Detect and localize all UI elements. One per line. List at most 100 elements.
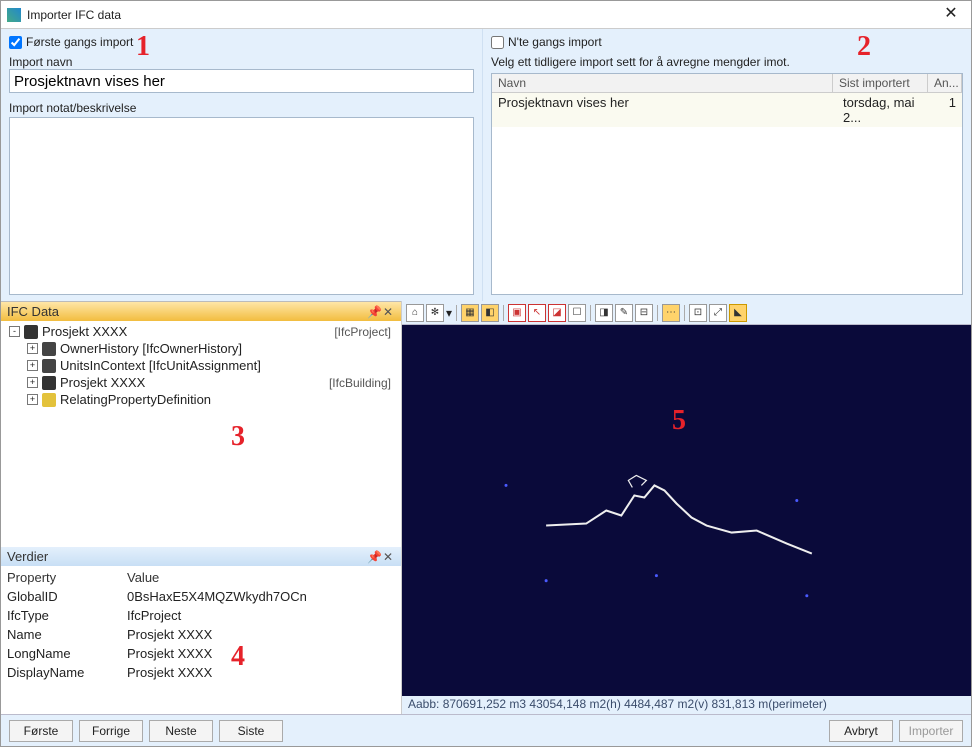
ifc-panel-title: IFC Data: [7, 304, 59, 319]
cell-last: torsdag, mai 2...: [837, 93, 932, 127]
node-icon: [42, 376, 56, 390]
import-button[interactable]: Importer: [899, 720, 963, 742]
ifc-panel-header: IFC Data 📌 ✕: [1, 302, 401, 321]
property-row[interactable]: GlobalID0BsHaxE5X4MQZWkydh7OCn: [5, 587, 397, 606]
viewer-toolbar: ⌂ ✻ ▾ ▦ ◧ ▣ ↖ ◪ ☐ ◨ ✎ ⊟ ⋯ ⊡ ⤢ ◣: [402, 301, 971, 325]
property-value: Prosjekt XXXX: [127, 627, 395, 642]
pick-icon[interactable]: ◪: [548, 304, 566, 322]
property-key: Name: [7, 627, 127, 642]
model-viewer[interactable]: 5: [402, 325, 971, 696]
middle-area: IFC Data 📌 ✕ 3 - Prosjekt XXXX [IfcProject…: [1, 301, 971, 714]
annotation-5: 5: [672, 405, 686, 437]
dots-icon[interactable]: ⋯: [662, 304, 680, 322]
property-key: LongName: [7, 646, 127, 661]
next-button[interactable]: Neste: [149, 720, 213, 742]
col-count[interactable]: An...: [928, 74, 962, 92]
node-icon: [24, 325, 38, 339]
tree-node[interactable]: + Prosjekt XXXX [IfcBuilding]: [5, 374, 397, 391]
window-icon[interactable]: ◨: [595, 304, 613, 322]
chevron-down-icon[interactable]: ▾: [446, 306, 452, 320]
ifc-tree: 3 - Prosjekt XXXX [IfcProject]+OwnerHistor…: [1, 321, 401, 547]
titlebar: Importer IFC data ✕: [1, 1, 971, 29]
first-button[interactable]: Første: [9, 720, 73, 742]
property-value: IfcProject: [127, 608, 395, 623]
verdier-panel-title: Verdier: [7, 549, 48, 564]
select-icon[interactable]: ▣: [508, 304, 526, 322]
pin-icon[interactable]: 📌: [367, 305, 381, 319]
view2-icon[interactable]: ◧: [481, 304, 499, 322]
last-button[interactable]: Siste: [219, 720, 283, 742]
cell-count: 1: [932, 93, 962, 127]
table-row[interactable]: Prosjektnavn vises her torsdag, mai 2...…: [492, 93, 962, 127]
node-label: Prosjekt XXXX: [42, 324, 127, 339]
annotation-2: 2: [857, 31, 871, 63]
verdier-panel-header: Verdier 📌 ✕: [1, 547, 401, 566]
highlight-icon[interactable]: ◣: [729, 304, 747, 322]
nth-import-checkbox-row: N'te gangs import: [491, 35, 963, 49]
property-row[interactable]: NameProsjekt XXXX: [5, 625, 397, 644]
property-row[interactable]: LongNameProsjekt XXXX: [5, 644, 397, 663]
nth-import-panel: 2 N'te gangs import Velg ett tidligere i…: [482, 29, 971, 301]
tree-node[interactable]: - Prosjekt XXXX [IfcProject]: [5, 323, 397, 340]
nth-import-checkbox-label: N'te gangs import: [508, 35, 602, 49]
node-type: [IfcProject]: [334, 325, 397, 339]
import-notes-label: Import notat/beskrivelse: [9, 101, 474, 115]
home-icon[interactable]: ⌂: [406, 304, 424, 322]
gear-icon[interactable]: ✻: [426, 304, 444, 322]
previous-imports-grid: Navn Sist importert An... Prosjektnavn v…: [491, 73, 963, 295]
node-label: Prosjekt XXXX: [60, 375, 145, 390]
property-row[interactable]: DisplayNameProsjekt XXXX: [5, 663, 397, 682]
col-name[interactable]: Navn: [492, 74, 833, 92]
close-icon[interactable]: ✕: [381, 550, 395, 564]
grid-header: Navn Sist importert An...: [492, 74, 962, 93]
first-import-panel: 1 Første gangs import Import navn Import…: [1, 29, 482, 301]
expand-icon[interactable]: -: [9, 326, 20, 337]
property-key: IfcType: [7, 608, 127, 623]
property-col-key: Property: [7, 570, 127, 585]
first-import-checkbox-label: Første gangs import: [26, 35, 133, 49]
tree-node[interactable]: +OwnerHistory [IfcOwnerHistory]: [5, 340, 397, 357]
node-label: UnitsInContext [IfcUnitAssignment]: [60, 358, 261, 373]
node-type: [IfcBuilding]: [329, 376, 397, 390]
note-icon[interactable]: ✎: [615, 304, 633, 322]
bbox-icon[interactable]: ⊡: [689, 304, 707, 322]
cancel-button[interactable]: Avbryt: [829, 720, 893, 742]
first-import-checkbox[interactable]: [9, 36, 22, 49]
cell-name: Prosjektnavn vises her: [492, 93, 837, 127]
prev-button[interactable]: Forrige: [79, 720, 143, 742]
cursor-icon[interactable]: ↖: [528, 304, 546, 322]
tree-node[interactable]: +RelatingPropertyDefinition: [5, 391, 397, 408]
top-area: 1 Første gangs import Import navn Import…: [1, 29, 971, 301]
viewer-column: ⌂ ✻ ▾ ▦ ◧ ▣ ↖ ◪ ☐ ◨ ✎ ⊟ ⋯ ⊡ ⤢ ◣: [401, 301, 971, 714]
view-icon[interactable]: ▦: [461, 304, 479, 322]
nth-import-checkbox[interactable]: [491, 36, 504, 49]
label-icon[interactable]: ⊟: [635, 304, 653, 322]
viewer-statusbar: Aabb: 870691,252 m3 43054,148 m2(h) 4484…: [402, 696, 971, 714]
annotation-3: 3: [231, 421, 245, 453]
expand-icon[interactable]: +: [27, 377, 38, 388]
filter-icon[interactable]: ☐: [568, 304, 586, 322]
close-icon[interactable]: ✕: [381, 305, 395, 319]
property-row[interactable]: IfcTypeIfcProject: [5, 606, 397, 625]
node-icon: [42, 359, 56, 373]
property-value: 0BsHaxE5X4MQZWkydh7OCn: [127, 589, 395, 604]
expand-icon[interactable]: +: [27, 394, 38, 405]
import-ifc-window: Importer IFC data ✕ 1 Første gangs impor…: [0, 0, 972, 747]
property-col-value: Value: [127, 570, 395, 585]
nth-import-subtitle: Velg ett tidligere import sett for å avr…: [491, 55, 963, 69]
import-notes-textarea[interactable]: [9, 117, 474, 295]
pin-icon[interactable]: 📌: [367, 550, 381, 564]
ifc-data-panel: IFC Data 📌 ✕ 3 - Prosjekt XXXX [IfcProject…: [1, 301, 401, 547]
expand-icon[interactable]: +: [27, 343, 38, 354]
property-value: Prosjekt XXXX: [127, 646, 395, 661]
col-last[interactable]: Sist importert: [833, 74, 928, 92]
close-icon[interactable]: ✕: [933, 3, 969, 27]
tree-node[interactable]: + UnitsInContext [IfcUnitAssignment]: [5, 357, 397, 374]
property-value: Prosjekt XXXX: [127, 665, 395, 680]
import-name-input[interactable]: [9, 69, 474, 93]
app-icon: [7, 8, 21, 22]
resize-icon[interactable]: ⤢: [709, 304, 727, 322]
node-icon: [42, 342, 56, 356]
annotation-4: 4: [231, 641, 245, 673]
expand-icon[interactable]: +: [27, 360, 38, 371]
